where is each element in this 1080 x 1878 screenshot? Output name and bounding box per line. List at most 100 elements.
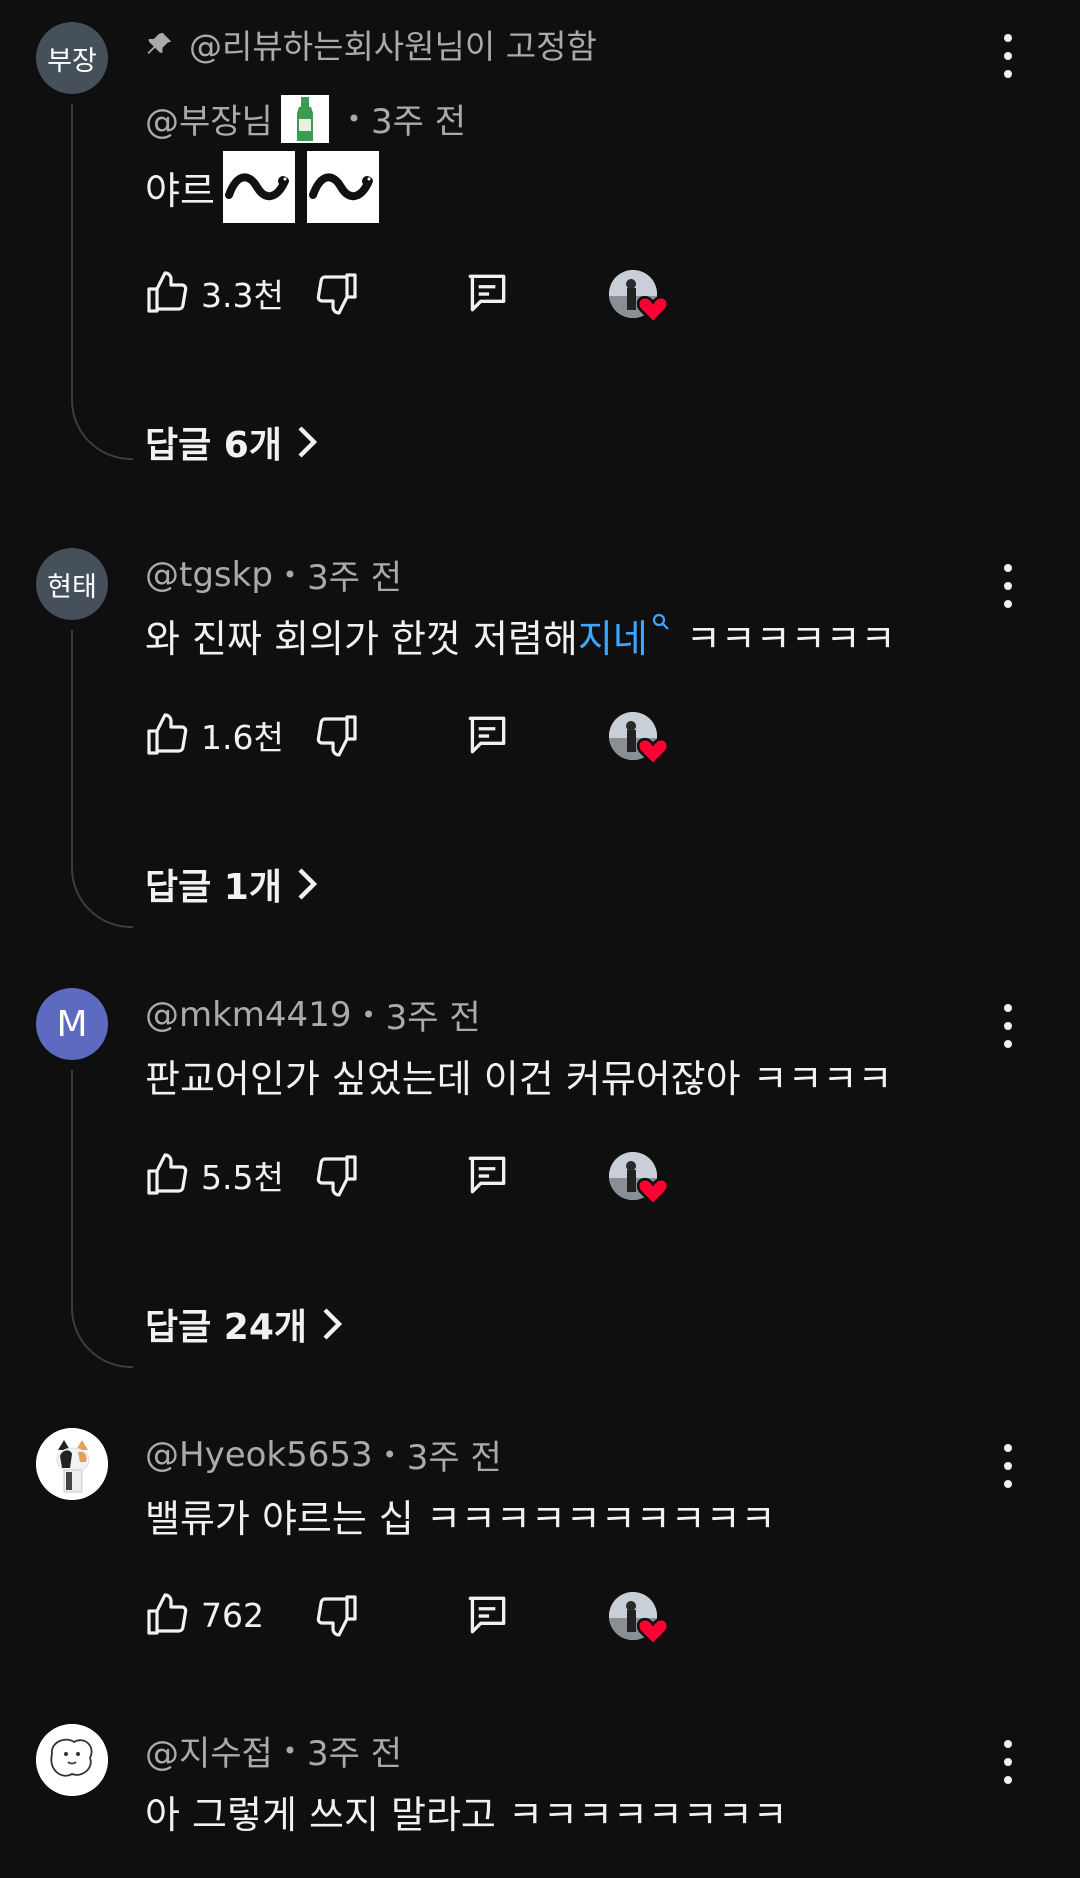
comments-page: 부장 @리뷰하는회사원님이 고정함 @부장님 • 3주 전 야르 3.3천 답글… <box>0 0 1080 1878</box>
thumbs-up-icon <box>147 713 188 755</box>
search-link[interactable]: 지네 <box>578 608 648 663</box>
thumbs-down-icon <box>316 1155 357 1197</box>
cat-avatar-image <box>36 1428 108 1500</box>
comment-time: 3주 전 <box>371 102 466 142</box>
reply-button[interactable] <box>461 268 513 318</box>
avatar-text: 현태 <box>47 571 97 603</box>
creator-heart <box>609 1152 671 1208</box>
like-button[interactable]: 762 <box>143 1590 264 1640</box>
more-vert-icon[interactable] <box>1000 1444 1016 1488</box>
chevron-right-icon <box>298 426 318 458</box>
comment-meta: @Hyeok5653 • 3주 전 <box>145 1430 502 1479</box>
comment-text-tail: ㅋㅋㅋㅋㅋㅋ <box>685 617 896 661</box>
thumbs-down-icon <box>316 273 357 315</box>
like-button[interactable]: 5.5천 <box>143 1150 284 1200</box>
thumbs-up-icon <box>147 1593 188 1635</box>
comment-text: 밸류가 야르는 십 ㅋㅋㅋㅋㅋㅋㅋㅋㅋㅋ <box>145 1488 776 1543</box>
thumbs-up-icon <box>147 1153 188 1195</box>
avatar[interactable]: M <box>36 988 108 1060</box>
author-handle[interactable]: @mkm4419 <box>145 995 351 1035</box>
replies-label: 답글 1개 <box>145 867 282 908</box>
avatar[interactable]: 현태 <box>36 548 108 620</box>
comment-text: 야르 <box>145 150 379 224</box>
chevron-right-icon <box>323 1308 343 1340</box>
dislike-button[interactable] <box>313 268 361 318</box>
comment-icon <box>468 274 506 312</box>
more-vert-icon[interactable] <box>1000 1004 1016 1048</box>
comment-meta: @tgskp • 3주 전 <box>145 550 402 599</box>
chevron-right-icon <box>298 868 318 900</box>
author-handle[interactable]: @부장님 <box>145 94 273 143</box>
dislike-button[interactable] <box>313 1150 361 1200</box>
avatar[interactable]: 부장 <box>36 22 108 94</box>
like-count: 3.3천 <box>201 276 284 315</box>
thumbs-down-icon <box>316 715 357 757</box>
meta-separator: • <box>282 560 298 589</box>
meta-separator: • <box>361 1000 376 1029</box>
comment-actions: 1.6천 <box>143 710 703 766</box>
more-vert-icon[interactable] <box>1000 1740 1016 1784</box>
heart-icon <box>637 1617 669 1646</box>
more-vert-icon[interactable] <box>1000 34 1016 78</box>
comment-text: 아 그렇게 쓰지 말라고 ㅋㅋㅋㅋㅋㅋㅋㅋ <box>145 1784 788 1839</box>
comment-text-content: 밸류가 야르는 십 ㅋㅋㅋㅋㅋㅋㅋㅋㅋㅋ <box>145 1497 776 1541</box>
author-handle[interactable]: @Hyeok5653 <box>145 1435 373 1475</box>
replies-toggle[interactable]: 답글 6개 <box>145 416 320 468</box>
like-count: 5.5천 <box>201 1158 284 1197</box>
avatar[interactable] <box>36 1428 108 1500</box>
pin-icon <box>147 32 172 54</box>
comment-actions: 5.5천 <box>143 1150 703 1206</box>
like-count: 1.6천 <box>201 718 284 757</box>
thread-line <box>71 1070 133 1368</box>
comment-time: 3주 전 <box>385 998 481 1038</box>
author-handle[interactable]: @tgskp <box>145 555 273 595</box>
comment-meta: @부장님 • 3주 전 <box>145 94 466 143</box>
like-button[interactable]: 3.3천 <box>143 268 284 318</box>
more-vert-icon[interactable] <box>1000 564 1016 608</box>
comment-icon <box>468 1156 506 1194</box>
reply-button[interactable] <box>461 710 513 760</box>
creator-heart <box>609 270 671 326</box>
replies-toggle[interactable]: 답글 24개 <box>145 1298 345 1350</box>
comment-actions: 3.3천 <box>143 268 703 324</box>
pinned-text: @리뷰하는회사원님이 고정함 <box>189 27 597 66</box>
comment-meta: @지수접 • 3주 전 <box>145 1726 402 1775</box>
thread-line <box>71 630 133 928</box>
like-count: 762 <box>201 1595 264 1635</box>
comment-text-content: 판교어인가 싶었는데 이건 커뮤어잖아 ㅋㅋㅋㅋ <box>145 1057 893 1101</box>
meta-separator: • <box>346 104 361 133</box>
pinned-label: @리뷰하는회사원님이 고정함 <box>145 20 597 68</box>
replies-toggle[interactable]: 답글 1개 <box>145 858 320 910</box>
doodle-avatar-image <box>36 1724 108 1796</box>
meta-separator: • <box>382 1440 397 1469</box>
dislike-button[interactable] <box>313 1590 361 1640</box>
avatar-text: 부장 <box>47 45 97 77</box>
comment-time: 3주 전 <box>406 1438 502 1478</box>
heart-icon <box>637 295 669 324</box>
dislike-button[interactable] <box>313 710 361 760</box>
author-handle[interactable]: @지수접 <box>145 1726 273 1775</box>
comment-icon <box>468 716 506 754</box>
reply-button[interactable] <box>461 1150 513 1200</box>
custom-emoji <box>222 151 295 223</box>
thumbs-down-icon <box>316 1595 357 1637</box>
comment-meta: @mkm4419 • 3주 전 <box>145 990 481 1039</box>
comment-text-content: 아 그렇게 쓰지 말라고 ㅋㅋㅋㅋㅋㅋㅋㅋ <box>145 1793 788 1837</box>
creator-heart <box>609 712 671 768</box>
creator-heart <box>609 1592 671 1648</box>
comment-time: 3주 전 <box>307 558 403 598</box>
like-button[interactable]: 1.6천 <box>143 710 284 760</box>
comment-text: 와 진짜 회의가 한껏 저렴해 지네 ㅋㅋㅋㅋㅋㅋ <box>145 608 896 663</box>
meta-separator: • <box>282 1736 297 1765</box>
comment-icon <box>468 1596 506 1634</box>
comment-text: 판교어인가 싶었는데 이건 커뮤어잖아 ㅋㅋㅋㅋ <box>145 1048 893 1103</box>
replies-label: 답글 24개 <box>145 1307 307 1348</box>
avatar-text: M <box>56 1003 88 1045</box>
reply-button[interactable] <box>461 1590 513 1640</box>
comment-text-content: 야르 <box>145 168 215 213</box>
avatar[interactable] <box>36 1724 108 1796</box>
replies-label: 답글 6개 <box>145 425 282 466</box>
custom-emoji <box>306 151 379 223</box>
comment-text-content: 와 진짜 회의가 한껏 저렴해 <box>145 617 578 661</box>
thumbs-up-icon <box>147 271 188 313</box>
